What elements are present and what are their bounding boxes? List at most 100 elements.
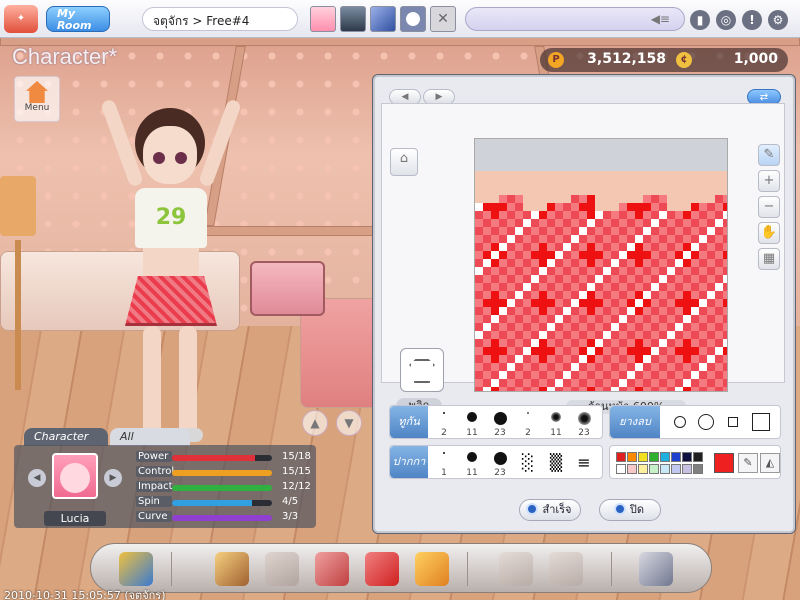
room-edit-icon[interactable]: [499, 552, 533, 586]
color-swatch[interactable]: [627, 452, 637, 462]
pencil-icon[interactable]: ✎: [758, 144, 780, 166]
pattern-option[interactable]: ≡: [570, 448, 598, 478]
stat-value: 15/15: [282, 466, 311, 477]
skirt: [125, 276, 217, 326]
avatar-slot[interactable]: [310, 6, 336, 32]
eraser-small-square[interactable]: [728, 417, 738, 427]
pixel-canvas[interactable]: [474, 138, 728, 392]
brush-size-option[interactable]: 23: [486, 408, 514, 438]
eraser-small-circle[interactable]: [674, 416, 686, 428]
character-model[interactable]: 29: [95, 88, 245, 458]
logo-icon[interactable]: ✦: [4, 5, 38, 33]
color-swatch[interactable]: [660, 452, 670, 462]
room-location-field[interactable]: จตุจักร > Free#4: [142, 7, 298, 31]
zoom-out-icon[interactable]: −: [758, 196, 780, 218]
grid-icon[interactable]: ▦: [758, 248, 780, 270]
color-swatch[interactable]: [627, 464, 637, 474]
pen-row: ปากกา 1 11 23 ░ ▒ ≡: [389, 445, 603, 479]
color-swatch[interactable]: [616, 452, 626, 462]
paint-dialog: ◀ ▶ ⇄ ⌂ ✎ + − ✋ ▦ พลิก ด้านหน้า 600% ทูก…: [372, 74, 796, 534]
gear-icon[interactable]: ⚙: [768, 10, 788, 30]
disk-icon[interactable]: ◎: [716, 10, 736, 30]
ok-label: สำเร็จ: [542, 503, 572, 516]
stat-bar: [172, 485, 272, 491]
menu-button[interactable]: Menu: [14, 76, 60, 122]
close-label: ปิด: [629, 503, 645, 516]
currency-bar: P 3,512,158 ¢ 1,000: [540, 48, 788, 72]
screen-title: Character*: [12, 44, 118, 69]
color-swatch[interactable]: [693, 452, 703, 462]
brush-size-option[interactable]: 23: [570, 408, 598, 438]
stat-label: Curve: [136, 511, 172, 522]
color-swatch[interactable]: [693, 464, 703, 474]
character-name: Lucia: [44, 511, 106, 526]
next-character-icon[interactable]: ▶: [104, 469, 122, 487]
brush-size-option[interactable]: 2: [514, 408, 542, 438]
decor-icon[interactable]: [549, 552, 583, 586]
stat-label: Control: [136, 466, 175, 477]
brush-size-option[interactable]: 23: [486, 448, 514, 478]
brush-label: ทูกัน: [390, 406, 428, 438]
pattern-option[interactable]: ▒: [542, 448, 570, 478]
tools-icon[interactable]: [265, 552, 299, 586]
color-swatch[interactable]: [671, 452, 681, 462]
brush-dot: [443, 412, 445, 414]
color-swatch[interactable]: [649, 464, 659, 474]
color-swatch[interactable]: [660, 464, 670, 474]
megaphone-icon: ◀≡: [650, 12, 670, 26]
settings-icon[interactable]: [639, 552, 673, 586]
stat-bar: [172, 500, 272, 506]
wardrobe-icon[interactable]: [315, 552, 349, 586]
brush-dot: [493, 412, 507, 425]
home-icon[interactable]: [365, 552, 399, 586]
alert-icon[interactable]: !: [742, 10, 762, 30]
my-room-button[interactable]: My Room: [46, 6, 110, 32]
stat-label: Power: [136, 451, 172, 462]
brush-size-option[interactable]: 11: [458, 448, 486, 478]
rotate-down-button[interactable]: ▼: [336, 410, 362, 436]
color-swatch[interactable]: [616, 464, 626, 474]
ball-slot[interactable]: [400, 6, 426, 32]
stat-label: Spin: [136, 496, 172, 507]
color-swatch[interactable]: [638, 452, 648, 462]
item-slot[interactable]: [370, 6, 396, 32]
current-color[interactable]: [714, 453, 734, 473]
coin-amount: 3,512,158: [587, 51, 666, 67]
close-button[interactable]: ปิด: [599, 499, 661, 521]
brush-size-label: 2: [525, 428, 531, 438]
brush-size-option[interactable]: 11: [542, 408, 570, 438]
tab-character[interactable]: Character: [24, 428, 108, 446]
outfit-slot[interactable]: [340, 6, 366, 32]
pen-label: ปากกา: [390, 446, 428, 478]
stat-row: Impact 12/12: [134, 481, 314, 495]
eraser-large-square[interactable]: [752, 413, 770, 431]
eyedropper-icon[interactable]: ✎: [738, 453, 758, 473]
ok-button[interactable]: สำเร็จ: [519, 499, 581, 521]
bucket-icon[interactable]: ◭: [760, 453, 780, 473]
prev-character-icon[interactable]: ◀: [28, 469, 46, 487]
face: [143, 126, 197, 184]
puzzle-icon[interactable]: [415, 552, 449, 586]
shirt-preview[interactable]: [400, 348, 444, 392]
pattern-option[interactable]: ░: [514, 448, 542, 478]
close-slot-icon[interactable]: ✕: [430, 6, 456, 32]
bottom-dock: [90, 543, 712, 593]
color-swatch[interactable]: [638, 464, 648, 474]
phone-icon[interactable]: ▮: [690, 10, 710, 30]
exit-door-icon[interactable]: [119, 552, 153, 586]
shop-icon[interactable]: [215, 552, 249, 586]
color-swatch[interactable]: [682, 452, 692, 462]
shirt-icon: [409, 359, 435, 383]
brush-size-option[interactable]: 11: [458, 408, 486, 438]
hand-icon[interactable]: ✋: [758, 222, 780, 244]
eraser-large-circle[interactable]: [698, 414, 714, 430]
color-swatch[interactable]: [682, 464, 692, 474]
tab-all[interactable]: All: [110, 428, 190, 446]
zoom-in-icon[interactable]: +: [758, 170, 780, 192]
brush-size-option[interactable]: 2: [430, 408, 458, 438]
brush-size-option[interactable]: 1: [430, 448, 458, 478]
color-swatch[interactable]: [671, 464, 681, 474]
layer-icon[interactable]: ⌂: [390, 148, 418, 176]
color-swatch[interactable]: [649, 452, 659, 462]
chat-input[interactable]: ◀≡: [465, 7, 685, 31]
